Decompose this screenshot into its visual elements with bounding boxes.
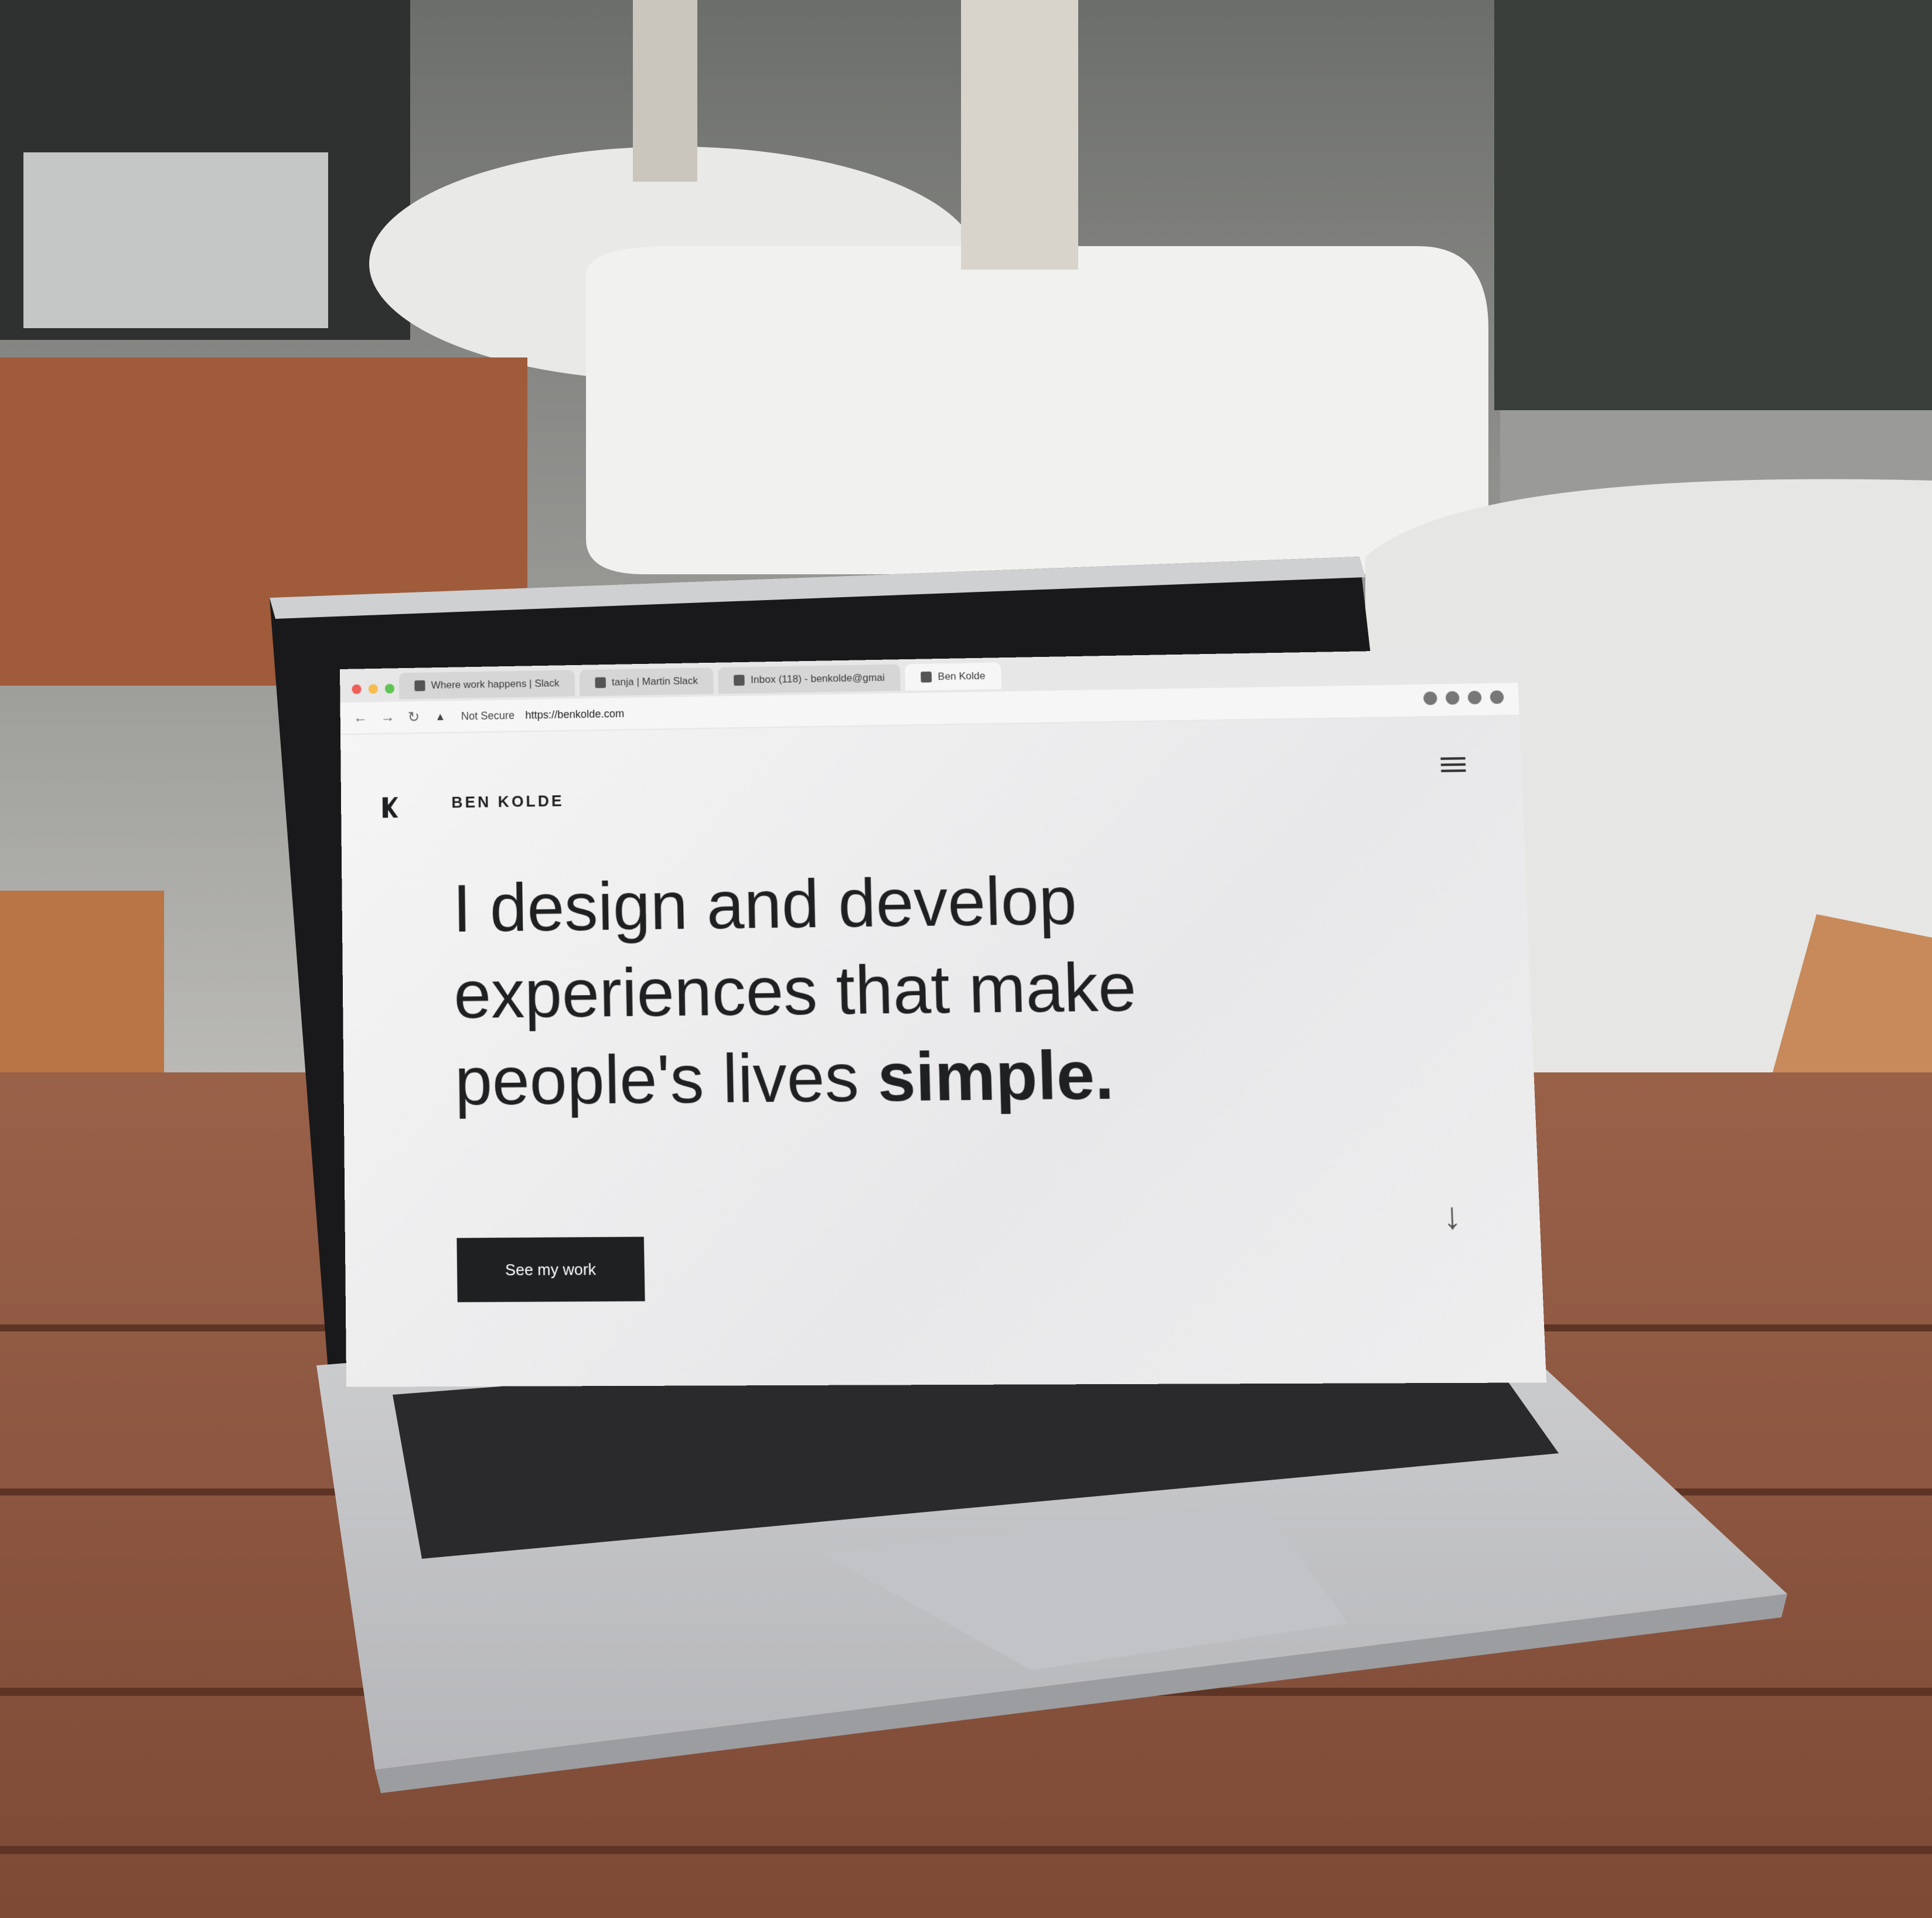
back-icon[interactable]: ← <box>353 710 367 727</box>
website-page: BEN KOLDE I design and develop experienc… <box>340 716 1546 1386</box>
tab-label: tanja | Martin Slack <box>612 675 698 689</box>
laptop-screen: Where work happens | Slack tanja | Marti… <box>0 0 1932 1918</box>
scroll-down-arrow-icon[interactable]: ↓ <box>1442 1194 1462 1237</box>
hero-line: I design and develop <box>452 856 1135 952</box>
tab-label: Ben Kolde <box>938 670 985 683</box>
brand-logo-icon[interactable] <box>383 797 398 817</box>
tab-slack[interactable]: Where work happens | Slack <box>399 670 575 699</box>
window-controls <box>352 684 394 694</box>
extension-icon[interactable] <box>1468 691 1482 704</box>
slack-icon <box>414 680 425 691</box>
extension-icons <box>1423 690 1504 705</box>
zoom-window-button[interactable] <box>385 684 394 694</box>
reload-icon[interactable]: ↻ <box>408 708 420 726</box>
tab-gmail[interactable]: Inbox (118) - benkolde@gmai <box>718 664 901 694</box>
slack-icon <box>595 677 606 689</box>
close-window-button[interactable] <box>352 684 361 694</box>
minimize-window-button[interactable] <box>369 684 378 694</box>
url-field[interactable]: https://benkolde.com <box>525 707 624 721</box>
bookmark-star-icon[interactable] <box>1423 691 1437 705</box>
hero-line-text: people's lives <box>454 1038 878 1119</box>
extension-icon[interactable] <box>1446 691 1460 704</box>
hero-emphasis: simple. <box>877 1036 1115 1116</box>
see-my-work-button[interactable]: See my work <box>456 1237 645 1303</box>
warning-icon[interactable]: ▲ <box>435 710 445 723</box>
hero-line: people's lives simple. <box>454 1031 1140 1125</box>
hero-headline: I design and develop experiences that ma… <box>452 856 1140 1125</box>
tab-label: Inbox (118) - benkolde@gmai <box>751 672 885 686</box>
tab-ben-kolde[interactable]: Ben Kolde <box>905 662 1001 690</box>
forward-icon[interactable]: → <box>380 709 395 726</box>
hamburger-menu-icon[interactable] <box>1440 754 1466 776</box>
security-label[interactable]: Not Secure <box>461 709 515 723</box>
brand-name[interactable]: BEN KOLDE <box>451 792 564 812</box>
browser-menu-icon[interactable] <box>1490 690 1504 704</box>
tab-label: Where work happens | Slack <box>431 677 560 691</box>
hero-line: experiences that make <box>453 943 1137 1038</box>
browser-window: Where work happens | Slack tanja | Marti… <box>340 649 1546 1387</box>
gmail-icon <box>734 674 745 686</box>
tab-slack-dm[interactable]: tanja | Martin Slack <box>580 667 714 696</box>
site-favicon-icon <box>921 672 932 683</box>
